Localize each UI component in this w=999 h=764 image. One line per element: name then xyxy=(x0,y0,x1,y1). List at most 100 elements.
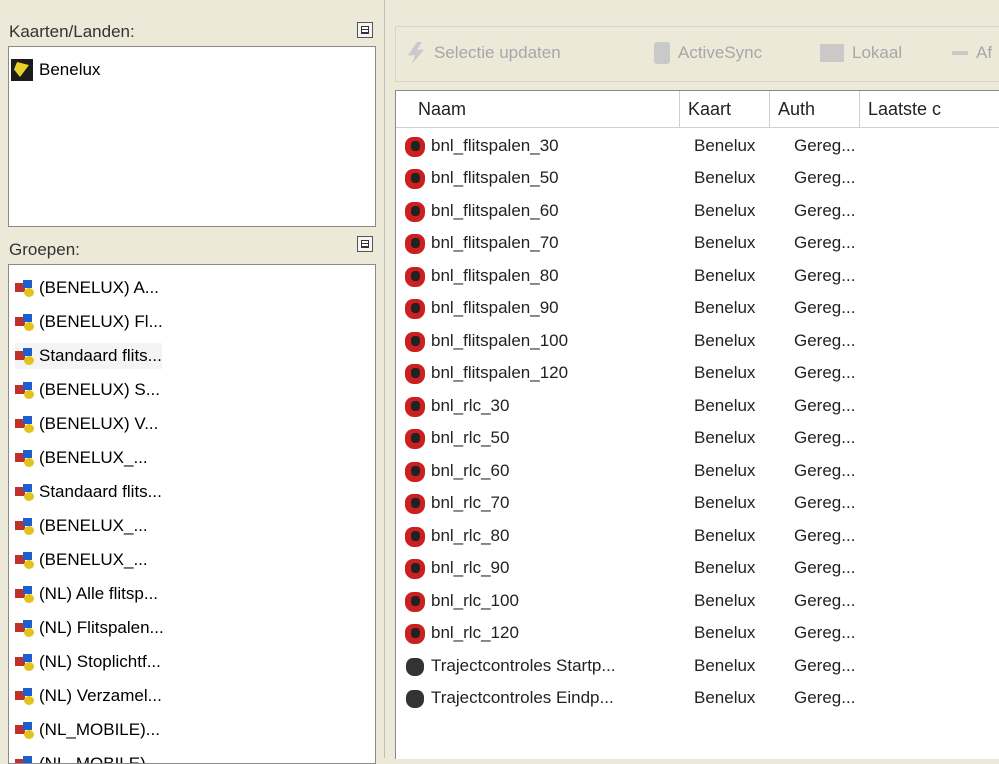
group-icon xyxy=(15,618,37,638)
group-icon xyxy=(15,414,37,434)
red-hand-icon xyxy=(402,523,428,549)
column-header-auth[interactable]: Auth xyxy=(770,91,860,127)
naam-text: bnl_flitspalen_70 xyxy=(431,233,559,252)
list-item[interactable]: (BENELUX_... xyxy=(15,513,148,539)
group-label: (BENELUX) Fl... xyxy=(39,312,163,331)
cell-naam: bnl_flitspalen_120 xyxy=(402,357,568,390)
cell-kaart: Benelux xyxy=(694,623,756,642)
table-row[interactable]: bnl_flitspalen_90 Benelux Gereg... xyxy=(396,292,996,325)
group-label: (BENELUX_... xyxy=(39,550,148,569)
table-row[interactable]: bnl_rlc_80 Benelux Gereg... xyxy=(396,519,996,552)
table-header: Naam Kaart Auth Laatste c xyxy=(396,91,999,128)
left-pane: Kaarten/Landen: Benelux Groepen: (BENELU… xyxy=(0,0,384,764)
groepen-label: Groepen: xyxy=(9,240,80,259)
cell-auth: Gereg... xyxy=(794,590,856,610)
table-row[interactable]: bnl_rlc_30 Benelux Gereg... xyxy=(396,389,996,422)
table-row[interactable]: bnl_flitspalen_50 Benelux Gereg... xyxy=(396,162,996,195)
list-item[interactable]: (NL) Verzamel... xyxy=(15,683,162,709)
red-hand-icon xyxy=(402,490,428,516)
cell-kaart: Benelux xyxy=(694,135,756,155)
kaarten-menu-button[interactable] xyxy=(357,22,373,38)
cell-naam: bnl_flitspalen_60 xyxy=(402,194,559,227)
list-item[interactable]: (BENELUX) S... xyxy=(15,377,160,403)
list-item[interactable]: Standaard flits... xyxy=(15,479,162,505)
group-icon xyxy=(15,346,37,366)
kaarten-label: Kaarten/Landen: xyxy=(9,22,135,41)
right-pane: Selectie updaten ActiveSync Lokaal Af Na… xyxy=(384,0,999,759)
cell-naam: bnl_rlc_100 xyxy=(402,584,519,617)
cell-naam: bnl_rlc_70 xyxy=(402,487,509,520)
list-item[interactable]: Benelux xyxy=(11,57,100,83)
activesync-button[interactable]: ActiveSync xyxy=(654,27,762,79)
table-row[interactable]: bnl_rlc_50 Benelux Gereg... xyxy=(396,422,996,455)
cell-naam: bnl_flitspalen_70 xyxy=(402,227,559,260)
list-item[interactable]: (NL_MOBILE)... xyxy=(15,717,160,743)
cell-kaart: Benelux xyxy=(694,330,756,350)
table-row[interactable]: bnl_rlc_70 Benelux Gereg... xyxy=(396,487,996,520)
cell-auth: Gereg... xyxy=(794,525,856,545)
table-row[interactable]: Trajectcontroles Eindp... Benelux Gereg... xyxy=(396,682,996,715)
list-item[interactable]: Standaard flits... xyxy=(15,343,162,369)
table-row[interactable]: bnl_rlc_100 Benelux Gereg... xyxy=(396,584,996,617)
toolbar-label: ActiveSync xyxy=(678,43,763,62)
cell-auth: Gereg... xyxy=(794,265,856,285)
column-header-laatste[interactable]: Laatste c xyxy=(860,91,999,127)
group-label: (BENELUX_... xyxy=(39,448,148,467)
cell-auth: Gereg... xyxy=(794,460,856,480)
column-header-kaart[interactable]: Kaart xyxy=(680,91,770,127)
naam-text: bnl_flitspalen_120 xyxy=(431,363,569,382)
group-label: (NL) Alle flitsp... xyxy=(39,584,159,603)
toolbar-label: Af xyxy=(976,43,993,62)
column-header-naam[interactable]: Naam xyxy=(410,91,680,127)
group-icon xyxy=(15,312,37,332)
minus-icon xyxy=(952,51,968,55)
naam-text: bnl_rlc_120 xyxy=(431,623,519,642)
group-icon xyxy=(15,380,37,400)
list-item[interactable]: (NL) Alle flitsp... xyxy=(15,581,158,607)
list-item[interactable]: (NL) Stoplichtf... xyxy=(15,649,161,675)
toolbar-label: Selectie updaten xyxy=(434,43,561,62)
red-hand-icon xyxy=(402,588,428,614)
kaarten-list[interactable]: Benelux xyxy=(8,46,376,227)
table-row[interactable]: bnl_flitspalen_120 Benelux Gereg... xyxy=(396,357,996,390)
table-row[interactable]: bnl_flitspalen_60 Benelux Gereg... xyxy=(396,194,996,227)
group-icon xyxy=(15,754,37,763)
table-row[interactable]: bnl_rlc_60 Benelux Gereg... xyxy=(396,454,996,487)
cell-auth: Gereg... xyxy=(794,493,856,512)
cell-naam: Trajectcontroles Startp... xyxy=(402,649,616,682)
group-label: (NL) Flitspalen... xyxy=(39,618,164,637)
update-selection-button[interactable]: Selectie updaten xyxy=(406,27,561,79)
list-item[interactable]: (BENELUX_... xyxy=(15,445,148,471)
groepen-list[interactable]: (BENELUX) A... (BENELUX) Fl... Standaard… xyxy=(8,264,376,764)
naam-text: bnl_flitspalen_100 xyxy=(431,330,569,350)
list-item[interactable]: (BENELUX) A... xyxy=(15,275,159,301)
list-item[interactable]: (NL) Flitspalen... xyxy=(15,615,164,641)
red-hand-icon xyxy=(402,458,428,484)
list-item[interactable]: (BENELUX_... xyxy=(15,547,148,573)
table-row[interactable]: bnl_rlc_120 Benelux Gereg... xyxy=(396,617,996,650)
table-row[interactable]: bnl_rlc_90 Benelux Gereg... xyxy=(396,552,996,585)
cell-auth: Gereg... xyxy=(794,330,856,350)
table-row[interactable]: bnl_flitspalen_80 Benelux Gereg... xyxy=(396,259,996,292)
group-icon xyxy=(15,652,37,672)
table-row[interactable]: bnl_flitspalen_100 Benelux Gereg... xyxy=(396,324,996,357)
kaarten-item-label: Benelux xyxy=(39,60,101,79)
cell-naam: bnl_rlc_90 xyxy=(402,552,509,585)
groepen-menu-button[interactable] xyxy=(357,236,373,252)
cell-kaart: Benelux xyxy=(694,525,756,545)
red-hand-icon xyxy=(402,328,428,354)
lokaal-button[interactable]: Lokaal xyxy=(820,27,902,79)
cell-naam: bnl_rlc_50 xyxy=(402,422,509,455)
cell-kaart: Benelux xyxy=(694,655,756,675)
red-hand-icon xyxy=(402,198,428,224)
table-row[interactable]: Trajectcontroles Startp... Benelux Gereg..… xyxy=(396,649,996,682)
table-row[interactable]: bnl_flitspalen_70 Benelux Gereg... xyxy=(396,227,996,260)
af-button[interactable]: Af xyxy=(952,27,992,79)
group-label: (BENELUX) V... xyxy=(39,414,159,433)
cell-kaart: Benelux xyxy=(694,590,756,610)
cell-auth: Gereg... xyxy=(794,200,856,220)
list-item[interactable]: (BENELUX) V... xyxy=(15,411,158,437)
table-row[interactable]: bnl_flitspalen_30 Benelux Gereg... xyxy=(396,129,996,162)
cell-auth: Gereg... xyxy=(794,688,856,707)
list-item[interactable]: (BENELUX) Fl... xyxy=(15,309,163,335)
